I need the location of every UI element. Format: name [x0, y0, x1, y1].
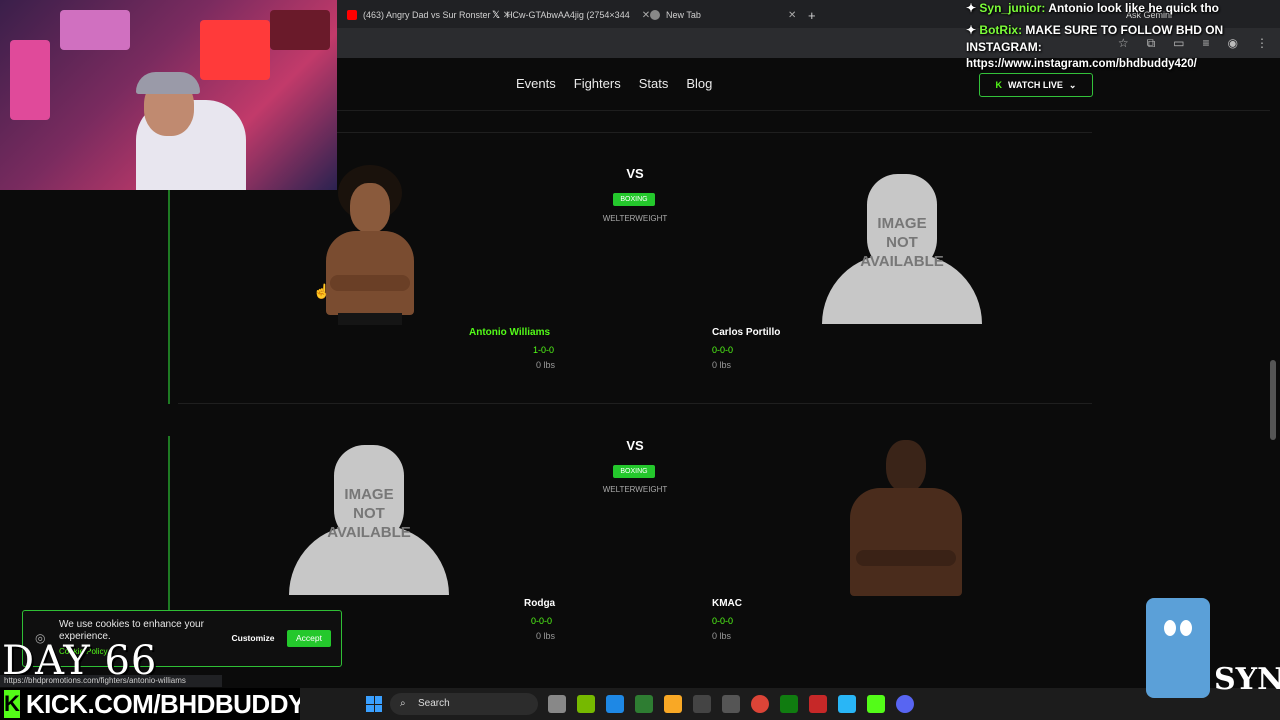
- scrollbar-thumb[interactable]: [1270, 360, 1276, 440]
- youtube-icon: [347, 10, 357, 20]
- syn-logo: SYN: [1214, 662, 1280, 697]
- fighter-record: 1-0-0: [533, 345, 555, 355]
- task-view-icon[interactable]: [548, 695, 566, 713]
- customize-button[interactable]: Customize: [225, 630, 281, 647]
- fighter-name[interactable]: KMAC: [712, 598, 742, 609]
- nav-events[interactable]: Events: [516, 76, 556, 91]
- steam-icon[interactable]: [693, 695, 711, 713]
- windows-start-icon[interactable]: [366, 696, 382, 712]
- image-not-available-placeholder[interactable]: IMAGE NOT AVAILABLE: [822, 174, 982, 324]
- kick-banner: K KICK.COM/BHDBUDDY: [0, 688, 305, 720]
- accept-button[interactable]: Accept: [287, 630, 331, 647]
- fight-accent-line: [168, 436, 170, 610]
- tab-label: HCw-GTAbwAA4jig (2754×344: [506, 10, 630, 20]
- edge-icon[interactable]: [606, 695, 624, 713]
- weight-class: WELTERWEIGHT: [602, 485, 668, 494]
- chat-username: BotRix:: [979, 23, 1023, 37]
- new-tab-button[interactable]: +: [798, 4, 826, 26]
- app-icon[interactable]: [809, 695, 827, 713]
- weight-class: WELTERWEIGHT: [602, 214, 668, 223]
- kick-icon[interactable]: [867, 695, 885, 713]
- chrome-icon[interactable]: [751, 695, 769, 713]
- placeholder-text: NOT: [886, 234, 918, 251]
- discord-icon[interactable]: [896, 695, 914, 713]
- scrollbar[interactable]: [1270, 60, 1276, 720]
- tab-x-image[interactable]: 𝕏 HCw-GTAbwAA4jig (2754×344 ✕: [482, 4, 660, 26]
- chevron-down-icon: ⌄: [1068, 79, 1077, 90]
- chat-text: Antonio look like he quick tho: [1048, 1, 1219, 15]
- tab-new-tab[interactable]: New Tab ✕: [640, 4, 806, 26]
- towelie-mascot: [1140, 592, 1220, 712]
- cursor-icon: ☝: [313, 283, 331, 299]
- streamer-webcam: [0, 0, 337, 190]
- taskbar-search-label: Search: [418, 698, 450, 709]
- chrome-icon: [650, 10, 660, 20]
- xbox-icon[interactable]: [780, 695, 798, 713]
- tab-label: (463) Angry Dad vs Sur Ronster: [363, 10, 491, 20]
- watch-live-label: WATCH LIVE: [1008, 80, 1063, 90]
- chat-badge-icon: ✦: [966, 23, 977, 37]
- status-bar-url: https://bhdpromotions.com/fighters/anton…: [0, 675, 222, 687]
- fighter-name[interactable]: Carlos Portillo: [712, 327, 780, 338]
- nav-fighters[interactable]: Fighters: [574, 76, 621, 91]
- close-icon[interactable]: ✕: [788, 10, 796, 21]
- placeholder-text: NOT: [353, 505, 385, 522]
- fighter-weight: 0 lbs: [712, 631, 732, 641]
- divider: [178, 403, 1092, 404]
- sport-badge: BOXING: [613, 193, 655, 206]
- taskbar-search[interactable]: ⌕ Search: [390, 693, 538, 715]
- fighter-weight: 0 lbs: [536, 360, 556, 370]
- vs-label: VS: [626, 166, 644, 181]
- store-icon[interactable]: [722, 695, 740, 713]
- vs-label: VS: [626, 438, 644, 453]
- fighter-weight: 0 lbs: [712, 360, 732, 370]
- placeholder-text: IMAGE: [344, 486, 394, 503]
- kick-icon: K: [995, 80, 1003, 90]
- fighter-photo-kmac[interactable]: [846, 440, 966, 596]
- placeholder-text: IMAGE: [877, 215, 927, 232]
- chat-overlay: ✦ Syn_junior: Antonio look like he quick…: [966, 0, 1276, 73]
- chat-link: https://www.instagram.com/bhdbuddy420/: [966, 58, 1197, 70]
- fighter-name[interactable]: Antonio Williams: [469, 327, 550, 338]
- placeholder-text: AVAILABLE: [860, 253, 944, 270]
- fighter-weight: 0 lbs: [536, 631, 556, 641]
- watch-live-button[interactable]: K WATCH LIVE ⌄: [979, 73, 1093, 97]
- chat-username: Syn_junior:: [979, 1, 1046, 15]
- chat-message: ✦ BotRix: MAKE SURE TO FOLLOW BHD ON INS…: [966, 22, 1276, 56]
- fighter-record: 0-0-0: [531, 616, 553, 626]
- fighter-name[interactable]: Rodga: [524, 598, 555, 609]
- image-not-available-placeholder[interactable]: IMAGE NOT AVAILABLE: [289, 445, 449, 595]
- excel-icon[interactable]: [635, 695, 653, 713]
- kick-url: KICK.COM/BHDBUDDY: [25, 688, 305, 719]
- placeholder-text: AVAILABLE: [327, 524, 411, 541]
- x-icon: 𝕏: [492, 9, 501, 21]
- fighter-record: 0-0-0: [712, 345, 734, 355]
- search-icon: ⌕: [400, 698, 406, 709]
- chat-message: ✦ Syn_junior: Antonio look like he quick…: [966, 0, 1276, 17]
- nav-stats[interactable]: Stats: [639, 76, 669, 91]
- nav-blog[interactable]: Blog: [686, 76, 712, 91]
- fighter-record: 0-0-0: [712, 616, 734, 626]
- fight-accent-line: [168, 190, 170, 404]
- tab-label: New Tab: [666, 10, 701, 20]
- chat-badge-icon: ✦: [966, 1, 977, 15]
- kick-logo-icon: K: [4, 690, 20, 718]
- windows-taskbar: ⌕ Search: [300, 688, 1280, 720]
- app-icon[interactable]: [838, 695, 856, 713]
- nvidia-icon[interactable]: [577, 695, 595, 713]
- sport-badge: BOXING: [613, 465, 655, 478]
- file-explorer-icon[interactable]: [664, 695, 682, 713]
